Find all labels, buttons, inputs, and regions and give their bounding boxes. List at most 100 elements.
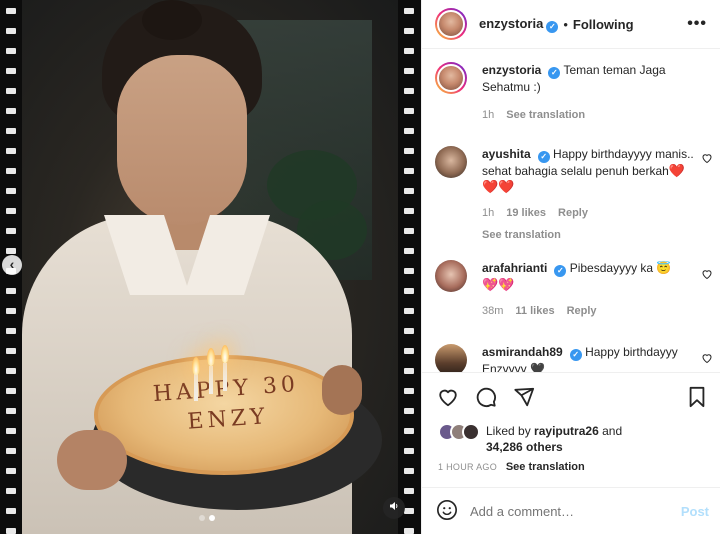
comment-username[interactable]: arafahrianti (482, 261, 547, 275)
heart-outline-glyph (702, 154, 712, 164)
comment-like-icon[interactable] (701, 152, 713, 167)
film-sprocket-hole (404, 108, 414, 114)
see-translation-link[interactable]: See translation (482, 227, 697, 243)
film-sprocket-hole (6, 408, 16, 414)
speaker-glyph (390, 502, 398, 510)
comment-likes[interactable]: 19 likes (506, 205, 546, 221)
black-heart-emoji: 🖤 (530, 362, 545, 372)
film-sprocket-hole (404, 528, 414, 534)
film-sprocket-hole (6, 428, 16, 434)
post-comment-button[interactable]: Post (681, 504, 709, 519)
film-sprocket-hole (6, 468, 16, 474)
follow-status-button[interactable]: Following (573, 17, 634, 32)
candle (209, 366, 213, 394)
film-sprocket-hole (404, 388, 414, 394)
post-side-panel: enzystoria ✓ • Following ••• enzystoria ✓ … (421, 0, 720, 534)
heart-emoji: 💖💖 (482, 277, 515, 292)
liker-avatars[interactable] (438, 423, 482, 441)
paper-plane-icon[interactable] (512, 385, 536, 409)
film-sprocket-hole (404, 148, 414, 154)
verified-badge-icon: ✓ (554, 265, 567, 277)
carousel-dot (199, 515, 205, 521)
film-sprocket-hole (6, 68, 16, 74)
film-sprocket-hole (404, 428, 414, 434)
film-sprocket-hole (404, 488, 414, 494)
film-border-right (398, 0, 421, 534)
comment-row: ayushita ✓ Happy birthdayyyy manis.. seha… (435, 146, 717, 243)
caption-time: 1h (482, 109, 495, 121)
speaker-icon[interactable] (383, 497, 405, 519)
author-username[interactable]: enzystoria ✓ (479, 16, 559, 33)
comment-time: 38m (482, 305, 504, 317)
film-sprocket-hole (6, 368, 16, 374)
film-sprocket-hole (404, 8, 414, 14)
comments-list[interactable]: enzystoria ✓ Teman teman Jaga Sehatmu :) … (422, 50, 720, 372)
film-sprocket-hole (404, 328, 414, 334)
film-sprocket-hole (6, 348, 16, 354)
comment-like-icon[interactable] (701, 268, 713, 283)
commenter-avatar[interactable] (435, 260, 467, 292)
film-sprocket-hole (404, 228, 414, 234)
film-sprocket-hole (404, 268, 414, 274)
comment-like-icon[interactable] (701, 352, 713, 367)
candle-flame (192, 357, 200, 375)
more-options-icon[interactable]: ••• (687, 15, 707, 33)
film-sprocket-hole (404, 128, 414, 134)
time-ago[interactable]: 1 HOUR AGO (438, 462, 497, 472)
verified-badge-icon: ✓ (569, 349, 582, 361)
film-sprocket-hole (6, 328, 16, 334)
film-sprocket-hole (404, 308, 414, 314)
reply-button[interactable]: Reply (567, 303, 597, 319)
candle-flame (207, 348, 215, 366)
comment-likes[interactable]: 11 likes (515, 303, 554, 319)
instagram-post-dialog: HAPPY 30 ENZY ‹ enzystoria ✓ • Following … (0, 0, 720, 534)
film-sprocket-hole (6, 488, 16, 494)
candle (194, 373, 198, 401)
film-sprocket-hole (6, 8, 16, 14)
verified-badge-icon: ✓ (537, 151, 550, 163)
caption-username[interactable]: enzystoria (482, 63, 541, 77)
likes-count[interactable]: 34,286 others (486, 440, 563, 454)
film-sprocket-hole (404, 88, 414, 94)
bookmark-icon[interactable] (685, 385, 709, 409)
comment-text: Pibesdayyyy ka (569, 261, 654, 275)
film-sprocket-hole (6, 28, 16, 34)
photo-scene: HAPPY 30 ENZY (22, 0, 398, 534)
film-sprocket-hole (404, 468, 414, 474)
film-sprocket-hole (404, 168, 414, 174)
commenter-avatar[interactable] (435, 344, 467, 372)
film-sprocket-hole (404, 68, 414, 74)
comment-row: asmirandah89 ✓ Happy birthdayyy Enzyyyy 🖤 (435, 344, 717, 372)
heart-outline-glyph (702, 270, 712, 280)
comment-icon[interactable] (474, 385, 498, 409)
carousel-dots (199, 515, 215, 521)
film-sprocket-hole (6, 448, 16, 454)
commenter-avatar[interactable] (435, 146, 467, 178)
chevron-left-icon[interactable]: ‹ (2, 255, 22, 275)
film-sprocket-hole (404, 28, 414, 34)
comment-input[interactable] (470, 503, 670, 519)
comment-row: arafahrianti ✓ Pibesdayyyy ka 😇 💖💖 38m 11… (435, 260, 717, 319)
comment-time: 1h (482, 207, 495, 219)
person-face (117, 55, 247, 225)
comment-username[interactable]: ayushita (482, 147, 531, 161)
film-sprocket-hole (6, 188, 16, 194)
person-hand-right (322, 365, 362, 415)
heart-outline-glyph (702, 354, 712, 364)
comment-username[interactable]: asmirandah89 (482, 345, 563, 359)
heart-icon[interactable] (436, 385, 460, 409)
author-avatar[interactable] (435, 8, 467, 40)
caption-avatar[interactable] (435, 62, 467, 94)
post-media[interactable]: HAPPY 30 ENZY ‹ (0, 0, 421, 534)
film-sprocket-hole (6, 168, 16, 174)
see-translation-link[interactable]: See translation (506, 461, 585, 473)
smiley-icon[interactable] (436, 499, 458, 524)
see-translation-link[interactable]: See translation (506, 107, 585, 123)
film-sprocket-hole (404, 188, 414, 194)
liked-by-user[interactable]: rayiputra26 (534, 424, 599, 438)
film-sprocket-hole (6, 248, 16, 254)
angel-emoji: 😇 (656, 261, 672, 275)
reply-button[interactable]: Reply (558, 205, 588, 221)
film-sprocket-hole (6, 508, 16, 514)
film-sprocket-hole (6, 108, 16, 114)
